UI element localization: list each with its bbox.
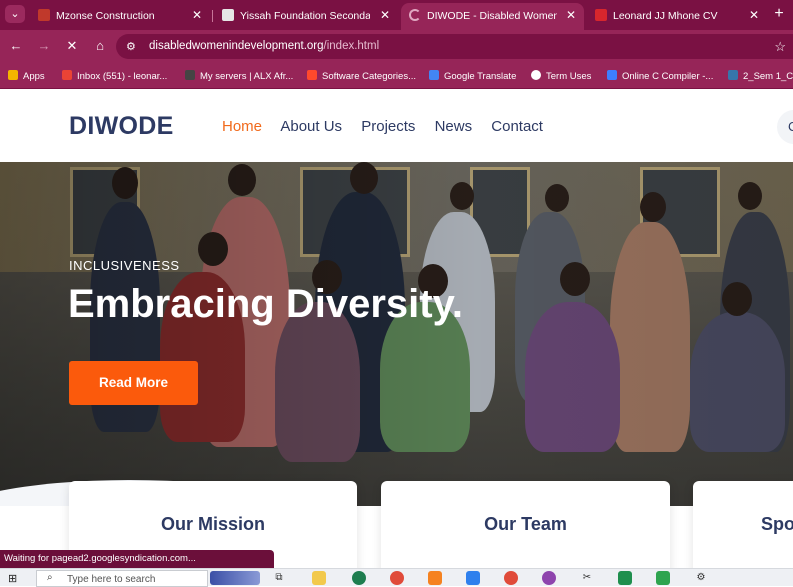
hero-kicker: INCLUSIVENESS xyxy=(69,258,180,273)
tab-strip: ⌄ Mzonse Construction ✕ Yissah Foundatio… xyxy=(0,0,793,30)
stop-loading-icon[interactable]: ✕ xyxy=(63,37,81,55)
vlc-icon[interactable] xyxy=(428,571,442,585)
card-title: Our Team xyxy=(484,514,567,534)
bookmarks-bar: Apps Inbox (551) - leonar... My servers … xyxy=(0,63,793,89)
weather-widget-icon[interactable] xyxy=(210,571,260,585)
new-tab-button[interactable]: + xyxy=(769,4,789,24)
main-nav: Home About Us Projects News Contact xyxy=(222,118,558,135)
web-page: DIWODE Home About Us Projects News Conta… xyxy=(0,90,793,568)
lm-favicon-icon xyxy=(595,9,607,21)
task-view-icon[interactable]: ⧉ xyxy=(272,571,286,585)
building-favicon-icon xyxy=(38,9,50,21)
back-arrow-icon[interactable]: ← xyxy=(7,37,25,55)
home-icon[interactable]: ⌂ xyxy=(91,37,109,55)
close-icon[interactable]: ✕ xyxy=(192,8,202,22)
python-icon xyxy=(728,70,738,80)
green-app-icon[interactable] xyxy=(656,571,670,585)
nav-about-us[interactable]: About Us xyxy=(280,118,342,135)
site-info-icon[interactable]: ⚙ xyxy=(126,40,136,53)
forward-arrow-icon[interactable]: → xyxy=(35,37,53,55)
bookmark-translate[interactable]: Google Translate xyxy=(429,70,516,82)
chrome-profile-icon[interactable] xyxy=(504,571,518,585)
nav-projects[interactable]: Projects xyxy=(361,118,415,135)
chrome-icon[interactable] xyxy=(390,571,404,585)
search-icon: ⌕ xyxy=(47,572,53,583)
bookmark-apps[interactable]: Apps xyxy=(8,70,45,82)
gmail-icon xyxy=(62,70,72,80)
card-title: Spo xyxy=(761,514,793,534)
url-text[interactable]: disabledwomenindevelopment.org/index.htm… xyxy=(149,40,379,52)
site-header: DIWODE Home About Us Projects News Conta… xyxy=(0,90,793,162)
windows-start-icon[interactable]: ⊞ xyxy=(8,572,17,585)
tab-cv[interactable]: Leonard JJ Mhone CV ✕ xyxy=(587,3,767,30)
bookmark-c-compiler[interactable]: Online C Compiler -... xyxy=(607,70,713,82)
bookmark-inbox[interactable]: Inbox (551) - leonar... xyxy=(62,70,167,82)
vscode-icon[interactable] xyxy=(466,571,480,585)
hero-banner: INCLUSIVENESS Embracing Diversity. Read … xyxy=(0,162,793,506)
bolt-icon xyxy=(607,70,617,80)
media-app-icon[interactable] xyxy=(542,571,556,585)
card-title: Our Mission xyxy=(160,514,265,534)
close-icon[interactable]: ✕ xyxy=(566,8,576,22)
file-explorer-icon[interactable] xyxy=(312,571,326,585)
loading-spinner-icon xyxy=(409,9,421,21)
excel-icon[interactable] xyxy=(618,571,632,585)
windows-taskbar: ⊞ ⌕ Type here to search ⧉ ✂ ⚙ xyxy=(0,568,793,587)
close-icon[interactable]: ✕ xyxy=(749,8,759,22)
apps-grid-icon xyxy=(8,70,18,80)
bookmark-star-icon[interactable]: ☆ xyxy=(774,39,786,55)
tab-yissah[interactable]: Yissah Foundation Secondary S ✕ xyxy=(214,3,398,30)
tab-diwode[interactable]: DIWODE - Disabled Women In ✕ xyxy=(401,3,584,30)
bookmark-software[interactable]: Software Categories... xyxy=(307,70,416,82)
address-bar[interactable]: ⚙ disabledwomenindevelopment.org/index.h… xyxy=(116,34,793,59)
globe-icon xyxy=(531,70,541,80)
header-search-button[interactable]: C xyxy=(777,110,793,144)
g2-icon xyxy=(307,70,317,80)
tab-mzonse[interactable]: Mzonse Construction ✕ xyxy=(30,3,210,30)
browser-toolbar: ← → ✕ ⌂ ⚙ disabledwomenindevelopment.org… xyxy=(0,30,793,63)
status-bubble: Waiting for pagead2.googlesyndication.co… xyxy=(0,550,274,568)
translate-icon xyxy=(429,70,439,80)
close-icon[interactable]: ✕ xyxy=(380,8,390,22)
hero-headline: Embracing Diversity. xyxy=(68,282,463,326)
site-logo[interactable]: DIWODE xyxy=(69,112,174,141)
school-favicon-icon xyxy=(222,9,234,21)
app-icon[interactable] xyxy=(352,571,366,585)
bookmark-term-uses[interactable]: Term Uses xyxy=(531,70,591,82)
nav-news[interactable]: News xyxy=(435,118,473,135)
alx-icon xyxy=(185,70,195,80)
settings-gear-icon[interactable]: ⚙ xyxy=(694,571,708,585)
nav-home[interactable]: Home xyxy=(222,118,262,135)
card-our-team[interactable]: Our Team xyxy=(381,481,670,568)
card-spo[interactable]: Spo xyxy=(693,481,793,568)
capcut-icon[interactable]: ✂ xyxy=(580,571,594,585)
taskbar-search[interactable]: ⌕ Type here to search xyxy=(36,570,208,587)
tab-search-chevron-icon[interactable]: ⌄ xyxy=(5,5,25,23)
bookmark-sem[interactable]: 2_Sem 1_CS xyxy=(728,70,793,82)
bookmark-alx[interactable]: My servers | ALX Afr... xyxy=(185,70,293,82)
nav-contact[interactable]: Contact xyxy=(491,118,543,135)
read-more-button[interactable]: Read More xyxy=(69,361,198,405)
